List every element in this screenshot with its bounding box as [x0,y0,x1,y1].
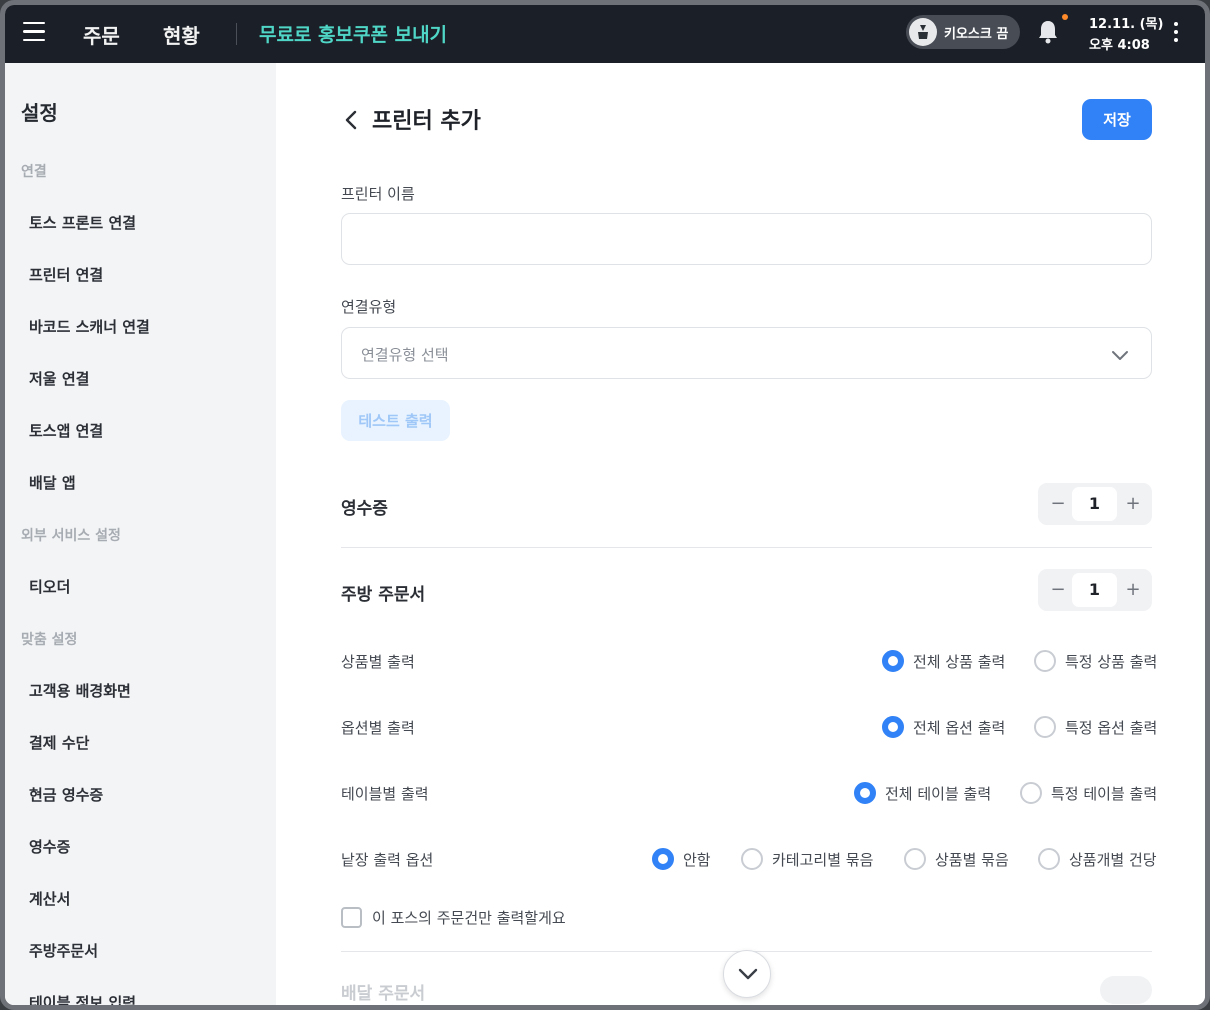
sidebar-item-invoice[interactable]: 계산서 [29,888,70,909]
kitchen-increment-button[interactable]: + [1122,579,1144,601]
radio-all-products[interactable]: 전체 상품 출력 [882,649,1007,673]
radio-indicator [1034,650,1056,672]
radio-per-sheet-product[interactable]: 상품별 묶음 [904,847,1014,871]
sidebar-item-scale[interactable]: 저울 연결 [29,368,89,389]
radio-per-sheet-none[interactable]: 안함 [652,847,716,871]
receipt-increment-button[interactable]: + [1122,493,1144,515]
sidebar-item-printer[interactable]: 프린터 연결 [29,264,103,285]
kitchen-count-stepper[interactable]: − 1 + [1038,569,1152,611]
only-this-pos-label: 이 포스의 주문건만 출력할게요 [372,909,566,927]
chevron-down-icon [738,968,758,980]
radio-label: 카테고리별 묶음 [772,851,874,869]
kitchen-order-label: 주방 주문서 [341,585,426,605]
sidebar-item-kitchen-order[interactable]: 주방주문서 [29,940,98,961]
connection-type-placeholder: 연결유형 선택 [361,346,449,364]
radio-specific-products[interactable]: 특정 상품 출력 [1034,649,1158,673]
tab-status[interactable]: 현황 [163,20,200,49]
receipt-count-value: 1 [1072,487,1117,521]
nav-divider [236,23,237,45]
clock-date: 12.11. (목) [1089,17,1164,32]
more-vertical-icon[interactable] [1174,22,1178,46]
save-button[interactable]: 저장 [1082,99,1152,140]
radio-indicator [882,716,904,738]
kiosk-toggle[interactable]: 키오스크 끔 [906,15,1020,49]
radio-all-options[interactable]: 전체 옵션 출력 [882,715,1007,739]
radio-label: 전체 테이블 출력 [885,785,992,803]
sidebar-title: 설정 [21,101,58,125]
radio-indicator [1020,782,1042,804]
sidebar-section-external: 외부 서비스 설정 [21,528,121,544]
radio-label: 특정 옵션 출력 [1065,719,1158,737]
settings-sidebar: 설정 연결 토스 프론트 연결 프린터 연결 바코드 스캐너 연결 저울 연결 … [5,63,276,1005]
radio-label: 상품개별 건당 [1069,851,1157,869]
test-print-button[interactable]: 테스트 출력 [341,400,450,441]
sidebar-item-delivery-app[interactable]: 배달 앱 [29,472,76,493]
radio-label: 특정 테이블 출력 [1051,785,1158,803]
sidebar-item-toss-app[interactable]: 토스앱 연결 [29,420,103,441]
radio-specific-options[interactable]: 특정 옵션 출력 [1034,715,1158,739]
sidebar-item-receipt[interactable]: 영수증 [29,836,70,857]
radio-per-sheet-category[interactable]: 카테고리별 묶음 [741,847,881,871]
delivery-order-toggle[interactable] [1100,976,1152,1004]
promo-coupon-link[interactable]: 무료로 홍보쿠폰 보내기 [259,20,447,47]
top-bar: 주문 현황 무료로 홍보쿠폰 보내기 키오스크 끔 12.11. (목) 오후 … [5,5,1205,63]
radio-label: 전체 옵션 출력 [913,719,1006,737]
by-option-label: 옵션별 출력 [341,719,415,737]
printer-add-panel: 프린터 추가 저장 프린터 이름 연결유형 연결유형 선택 테스트 출력 영수증… [276,63,1205,1005]
bell-icon[interactable] [1037,19,1059,49]
delivery-order-label: 배달 주문서 [341,984,426,1004]
kitchen-count-value: 1 [1072,573,1117,607]
radio-indicator [854,782,876,804]
clock-time: 오후 4:08 [1089,38,1150,53]
tab-order[interactable]: 주문 [83,20,120,49]
receipt-decrement-button[interactable]: − [1047,493,1069,515]
connection-type-label: 연결유형 [341,298,397,316]
app-window: 주문 현황 무료로 홍보쿠폰 보내기 키오스크 끔 12.11. (목) 오후 … [0,0,1210,1010]
radio-indicator [904,848,926,870]
radio-per-sheet-each[interactable]: 상품개별 건당 [1038,847,1157,871]
robot-icon [909,18,937,46]
radio-all-tables[interactable]: 전체 테이블 출력 [854,781,994,805]
only-this-pos-checkbox[interactable]: 이 포스의 주문건만 출력할게요 [341,905,641,929]
receipt-count-stepper[interactable]: − 1 + [1038,483,1152,525]
scroll-down-button[interactable] [723,950,771,998]
checkbox-indicator [341,907,362,928]
radio-indicator [652,848,674,870]
radio-indicator [1034,716,1056,738]
sidebar-item-toss-front[interactable]: 토스 프론트 연결 [29,212,136,233]
radio-indicator [882,650,904,672]
radio-label: 전체 상품 출력 [913,653,1006,671]
kitchen-decrement-button[interactable]: − [1047,579,1069,601]
sidebar-item-t-order[interactable]: 티오더 [29,576,70,597]
radio-label: 상품별 묶음 [935,851,1009,869]
menu-icon[interactable] [23,22,45,42]
sidebar-item-payment[interactable]: 결제 수단 [29,732,89,753]
receipt-label: 영수증 [341,499,388,519]
sidebar-item-background[interactable]: 고객용 배경화면 [29,680,131,701]
sidebar-item-barcode[interactable]: 바코드 스캐너 연결 [29,316,150,337]
per-sheet-label: 낱장 출력 옵션 [341,851,434,869]
connection-type-select[interactable]: 연결유형 선택 [341,327,1152,379]
sidebar-item-table-info[interactable]: 테이블 정보 입력 [29,992,136,1005]
chevron-left-icon[interactable] [344,110,358,134]
sidebar-section-custom: 맞춤 설정 [21,632,78,648]
notification-dot [1062,14,1068,20]
radio-indicator [741,848,763,870]
radio-indicator [1038,848,1060,870]
printer-name-input[interactable] [341,213,1152,265]
radio-specific-tables[interactable]: 특정 테이블 출력 [1020,781,1158,805]
by-table-label: 테이블별 출력 [341,785,429,803]
sidebar-section-connect: 연결 [21,164,47,180]
by-product-label: 상품별 출력 [341,653,415,671]
page-title: 프린터 추가 [372,109,481,134]
kiosk-toggle-label: 키오스크 끔 [944,27,1009,42]
radio-label: 특정 상품 출력 [1065,653,1158,671]
printer-name-label: 프린터 이름 [341,185,415,203]
divider [341,547,1152,548]
sidebar-item-cash-receipt[interactable]: 현금 영수증 [29,784,103,805]
radio-label: 안함 [683,851,711,869]
chevron-down-icon [1111,346,1129,365]
